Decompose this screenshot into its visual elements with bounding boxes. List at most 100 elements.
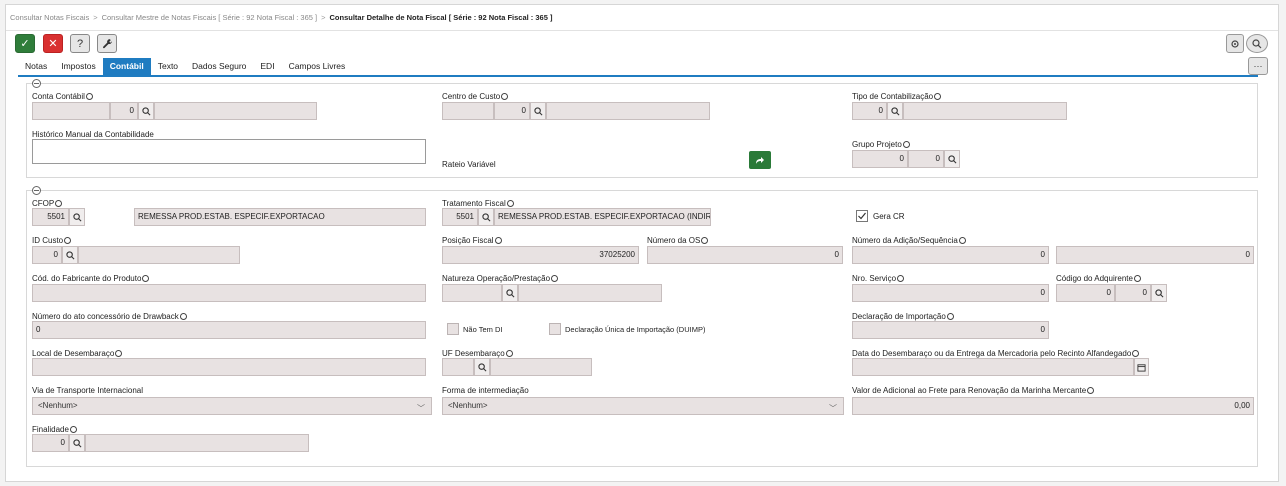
info-icon (55, 200, 63, 207)
uf-desemb-desc[interactable] (490, 358, 592, 376)
collapse-contabil-icon[interactable] (32, 79, 41, 88)
grupo-projeto-v1[interactable]: 0 (852, 150, 908, 168)
tab-contabil[interactable]: Contábil (102, 58, 151, 75)
info-icon (115, 350, 123, 357)
duimp-checkbox[interactable] (549, 323, 561, 335)
conta-contabil-desc[interactable] (154, 102, 317, 120)
drawback-label: Número do ato concessório de Drawback (32, 312, 187, 321)
centro-custo-search-button[interactable] (530, 102, 546, 120)
grupo-projeto-search-button[interactable] (944, 150, 960, 168)
cfop-desc[interactable]: REMESSA PROD.ESTAB. ESPECIF.EXPORTACAO (134, 208, 426, 226)
centro-custo-code[interactable] (442, 102, 494, 120)
cfop-search-button[interactable] (69, 208, 85, 226)
tratamento-label: Tratamento Fiscal (442, 199, 514, 208)
local-desemb-field[interactable] (32, 358, 426, 376)
nao-tem-di-label: Não Tem DI (463, 325, 503, 334)
num-adicao-field-1[interactable]: 0 (852, 246, 1049, 264)
drawback-field[interactable]: 0 (32, 321, 426, 339)
gera-cr-checkbox[interactable] (856, 210, 868, 222)
cod-adquirente-v1[interactable]: 0 (1056, 284, 1115, 302)
tipo-contab-num[interactable]: 0 (852, 102, 887, 120)
check-icon: ✓ (20, 38, 30, 50)
cfop-label: CFOP (32, 199, 63, 208)
tratamento-code[interactable]: 5501 (442, 208, 478, 226)
valor-afrmm-field[interactable]: 0,00 (852, 397, 1254, 415)
id-custo-label: ID Custo (32, 236, 72, 245)
tools-button[interactable] (97, 34, 117, 53)
nro-servico-field[interactable]: 0 (852, 284, 1049, 302)
info-icon (142, 275, 150, 282)
conta-contabil-label: Conta Contábil (32, 92, 93, 101)
tab-edi[interactable]: EDI (253, 58, 281, 75)
info-icon (897, 275, 905, 282)
id-custo-desc[interactable] (78, 246, 240, 264)
search-icon (1252, 38, 1262, 48)
natureza-op-code[interactable] (442, 284, 502, 302)
tab-dados-seguro[interactable]: Dados Seguro (185, 58, 253, 75)
collapse-fiscal-icon[interactable] (32, 186, 41, 195)
tab-notas[interactable]: Notas (18, 58, 54, 75)
posicao-fiscal-field[interactable]: 37025200 (442, 246, 639, 264)
natureza-op-desc[interactable] (518, 284, 662, 302)
historico-textarea[interactable] (32, 139, 426, 164)
centro-custo-num[interactable]: 0 (494, 102, 530, 120)
tab-texto[interactable]: Texto (151, 58, 185, 75)
nao-tem-di-checkbox[interactable] (447, 323, 459, 335)
calendar-icon (1137, 363, 1146, 372)
tratamento-search-button[interactable] (478, 208, 494, 226)
tipo-contab-search-button[interactable] (887, 102, 903, 120)
data-desemb-field[interactable] (852, 358, 1134, 376)
more-options-button[interactable]: ··· (1248, 57, 1268, 75)
grupo-projeto-v2[interactable]: 0 (908, 150, 944, 168)
conta-contabil-code[interactable] (32, 102, 110, 120)
decl-importacao-field[interactable]: 0 (852, 321, 1049, 339)
num-adicao-field-2[interactable]: 0 (1056, 246, 1254, 264)
id-custo-num[interactable]: 0 (32, 246, 62, 264)
data-desemb-label: Data do Desembaraço ou da Entrega da Mer… (852, 349, 1140, 358)
numero-os-field[interactable]: 0 (647, 246, 843, 264)
conta-contabil-num[interactable]: 0 (110, 102, 138, 120)
conta-contabil-search-button[interactable] (138, 102, 154, 120)
breadcrumb-item-mestre[interactable]: Consultar Mestre de Notas Fiscais [ Séri… (102, 13, 318, 22)
cod-fabricante-field[interactable] (32, 284, 426, 302)
detail-window: Consultar Notas Fiscais > Consultar Mestre… (5, 4, 1279, 482)
cfop-code[interactable]: 5501 (32, 208, 69, 226)
finalidade-num[interactable]: 0 (32, 434, 69, 452)
info-icon (64, 237, 72, 244)
tab-campos-livres[interactable]: Campos Livres (282, 58, 353, 75)
rateio-button[interactable] (749, 151, 771, 169)
centro-custo-desc[interactable] (546, 102, 710, 120)
cod-adquirente-search-button[interactable] (1151, 284, 1167, 302)
nro-servico-label: Nro. Serviço (852, 274, 905, 283)
settings-button[interactable] (1226, 34, 1244, 53)
cod-fabricante-label: Cód. do Fabricante do Produto (32, 274, 150, 283)
id-custo-search-button[interactable] (62, 246, 78, 264)
calendar-button[interactable] (1134, 358, 1149, 376)
uf-desemb-code[interactable] (442, 358, 474, 376)
info-icon (902, 141, 910, 148)
close-icon: ✕ (48, 38, 58, 50)
help-button[interactable]: ? (70, 34, 90, 53)
tratamento-desc[interactable]: REMESSA PROD.ESTAB. ESPECIF.EXPORTACAO (… (494, 208, 711, 226)
natureza-op-label: Natureza Operação/Prestação (442, 274, 559, 283)
search-icon (890, 106, 899, 115)
search-button[interactable] (1246, 34, 1268, 53)
search-icon (477, 362, 486, 371)
numero-os-label: Número da OS (647, 236, 709, 245)
cod-adquirente-v2[interactable]: 0 (1115, 284, 1151, 302)
breadcrumb-item-notas[interactable]: Consultar Notas Fiscais (10, 13, 89, 22)
tipo-contab-desc[interactable] (903, 102, 1067, 120)
cancel-button[interactable]: ✕ (43, 34, 63, 53)
uf-desemb-search-button[interactable] (474, 358, 490, 376)
grupo-projeto-label: Grupo Projeto (852, 140, 910, 149)
forma-interm-select[interactable]: <Nenhum> ﹀ (442, 397, 844, 415)
confirm-button[interactable]: ✓ (15, 34, 35, 53)
finalidade-search-button[interactable] (69, 434, 85, 452)
breadcrumb: Consultar Notas Fiscais > Consultar Mestre… (10, 13, 553, 22)
tab-impostos[interactable]: Impostos (54, 58, 103, 75)
natureza-op-search-button[interactable] (502, 284, 518, 302)
finalidade-desc[interactable] (85, 434, 309, 452)
search-icon (1154, 288, 1163, 297)
via-transporte-select[interactable]: <Nenhum> ﹀ (32, 397, 432, 415)
via-transporte-label: Via de Transporte Internacional (32, 386, 144, 395)
